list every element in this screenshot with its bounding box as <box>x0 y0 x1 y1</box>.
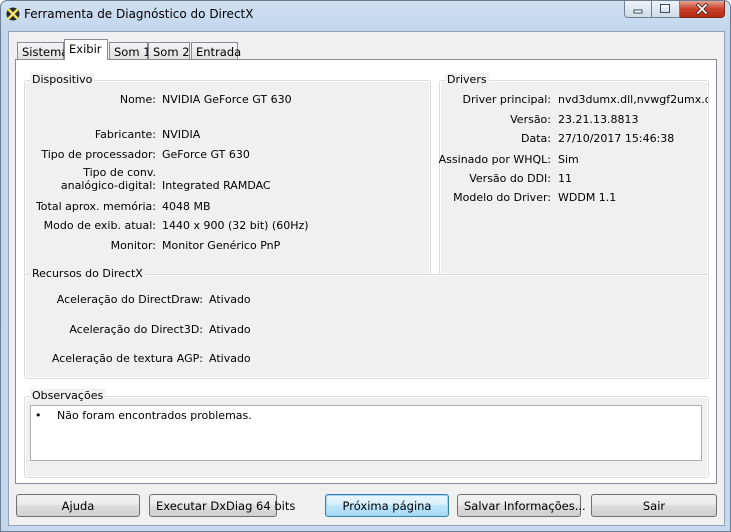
monitor-label: Monitor: <box>110 239 156 252</box>
tab-entrada[interactable]: Entrada <box>191 42 241 59</box>
manufacturer-value: NVIDIA <box>162 128 201 141</box>
title-bar[interactable]: Ferramenta de Diagnóstico do DirectX <box>1 1 730 31</box>
close-button[interactable] <box>680 1 725 18</box>
dac-value: Integrated RAMDAC <box>162 179 271 192</box>
device-group: Dispositivo Nome: NVIDIA GeForce GT 630 … <box>24 73 431 279</box>
driver-model-value: WDDM 1.1 <box>558 191 617 204</box>
display-mode-label: Modo de exib. atual: <box>43 219 156 232</box>
help-button[interactable]: Ajuda <box>16 494 140 517</box>
minimize-button[interactable] <box>624 1 652 18</box>
bullet-icon: • <box>35 409 42 422</box>
processor-value: GeForce GT 630 <box>162 148 250 161</box>
window-title: Ferramenta de Diagnóstico do DirectX <box>24 7 254 21</box>
directx-features-group: Recursos do DirectX Aceleração do Direct… <box>24 267 709 379</box>
driver-version-label: Versão: <box>510 113 551 126</box>
directdraw-value: Ativado <box>209 293 251 306</box>
maximize-icon <box>660 4 670 13</box>
driver-model-label: Modelo do Driver: <box>453 191 551 204</box>
processor-label: Tipo de processador: <box>41 148 156 161</box>
device-name-label: Nome: <box>119 93 156 106</box>
exit-button[interactable]: Sair <box>591 494 717 517</box>
run-64bit-button[interactable]: Executar DxDiag 64 bits <box>149 494 295 517</box>
client-area: Sistema Exibir Som 1 Som 2 Entrada Dispo… <box>8 31 725 526</box>
notes-group-title: Observações <box>30 389 106 402</box>
maximize-button[interactable] <box>652 1 680 18</box>
ddi-version-value: 11 <box>558 172 572 185</box>
tab-som-2[interactable]: Som 2 <box>148 42 190 59</box>
whql-value: Sim <box>558 153 579 166</box>
direct3d-label: Aceleração do Direct3D: <box>69 323 203 336</box>
next-page-button[interactable]: Próxima página <box>325 494 449 517</box>
main-driver-label: Driver principal: <box>462 93 551 106</box>
notes-group: Observações • Não foram encontrados prob… <box>24 389 709 478</box>
manufacturer-label: Fabricante: <box>94 128 156 141</box>
save-info-button[interactable]: Salvar Informações... <box>457 494 586 517</box>
device-name-value: NVIDIA GeForce GT 630 <box>162 93 292 106</box>
dac-label-line1: Tipo de conv. <box>83 166 156 179</box>
memory-label: Total aprox. memória: <box>35 200 156 213</box>
whql-label: Assinado por WHQL: <box>438 153 551 166</box>
memory-value: 4048 MB <box>162 200 211 213</box>
monitor-value: Monitor Genérico PnP <box>162 239 281 252</box>
drivers-group: Drivers Driver principal: nvd3dumx.dll,n… <box>438 73 709 279</box>
notes-item: Não foram encontrados problemas. <box>57 409 252 422</box>
driver-date-label: Data: <box>521 132 551 145</box>
ddi-version-label: Versão do DDI: <box>469 172 551 185</box>
tab-panel-exibir: Dispositivo Nome: NVIDIA GeForce GT 630 … <box>15 59 717 484</box>
driver-date-value: 27/10/2017 15:46:38 <box>558 132 675 145</box>
agp-texture-label: Aceleração de textura AGP: <box>51 352 203 365</box>
device-group-title: Dispositivo <box>30 73 95 86</box>
tab-sistema[interactable]: Sistema <box>17 42 68 59</box>
directdraw-label: Aceleração do DirectDraw: <box>56 293 203 306</box>
notes-textbox[interactable]: • Não foram encontrados problemas. <box>30 405 702 461</box>
directx-app-icon <box>6 7 20 21</box>
main-driver-value: nvd3dumx.dll,nvwgf2umx.dll,nv <box>558 93 708 106</box>
dac-label-line2: analógico-digital: <box>60 179 156 192</box>
display-mode-value: 1440 x 900 (32 bit) (60Hz) <box>162 219 309 232</box>
driver-version-value: 23.21.13.8813 <box>558 113 639 126</box>
minimize-icon <box>633 9 643 14</box>
direct3d-value: Ativado <box>209 323 251 336</box>
tab-exibir[interactable]: Exibir <box>64 39 108 60</box>
tab-som-1[interactable]: Som 1 <box>109 42 151 59</box>
close-icon <box>695 2 709 16</box>
drivers-group-title: Drivers <box>445 73 489 86</box>
dxdiag-window: Ferramenta de Diagnóstico do DirectX Sis… <box>0 0 731 532</box>
agp-texture-value: Ativado <box>209 352 251 365</box>
directx-features-title: Recursos do DirectX <box>30 267 145 280</box>
